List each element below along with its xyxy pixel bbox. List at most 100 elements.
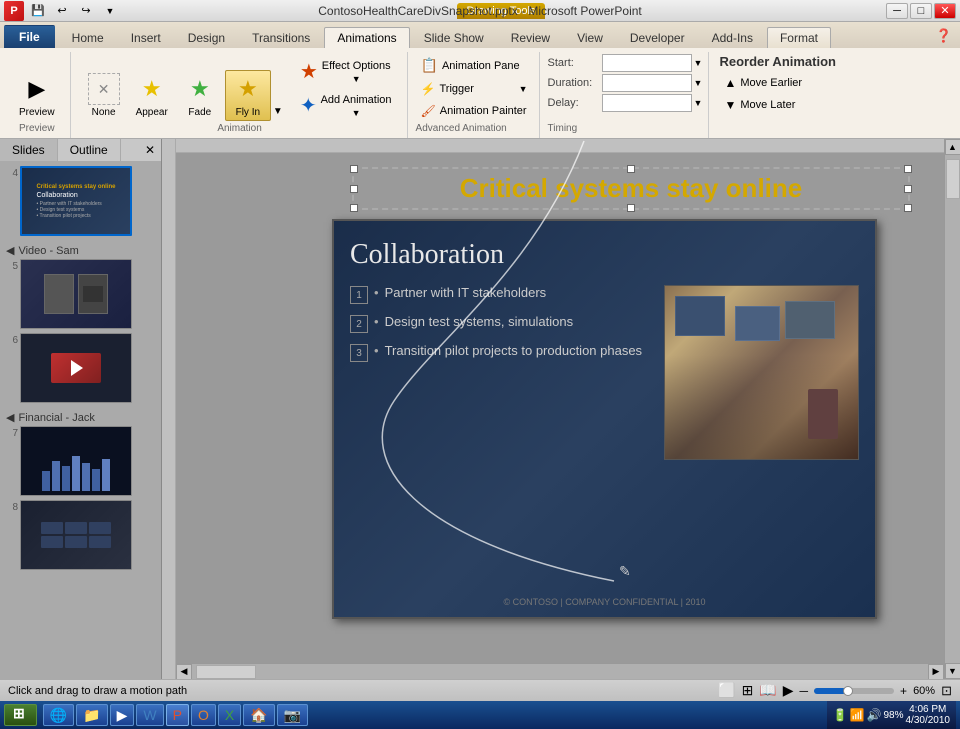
- move-earlier-icon: ▲: [724, 76, 736, 90]
- view-reading-icon[interactable]: 📖: [759, 682, 776, 699]
- help-icon[interactable]: ❓: [928, 24, 960, 48]
- taskbar-ie[interactable]: 🌐: [43, 704, 74, 726]
- tab-insert[interactable]: Insert: [118, 27, 174, 48]
- view-slideshow-icon[interactable]: ▶: [783, 682, 794, 699]
- tab-design[interactable]: Design: [175, 27, 238, 48]
- view-slide-sorter-icon[interactable]: ⊞: [742, 682, 754, 699]
- taskbar-app2[interactable]: 📷: [277, 704, 308, 726]
- slide-item-5[interactable]: 5: [4, 259, 157, 329]
- taskbar-media[interactable]: ▶: [110, 704, 135, 726]
- taskbar: ⊞ 🌐 📁 ▶ W P O X 🏠 📷 🔋 📶 🔊 98% 4:06 PM 4/…: [0, 701, 960, 729]
- duration-dropdown-icon[interactable]: ▼: [694, 78, 703, 88]
- qat-undo[interactable]: ↩: [52, 2, 72, 20]
- tab-developer[interactable]: Developer: [617, 27, 698, 48]
- group-advanced-label: Advanced Animation: [416, 123, 533, 136]
- painter-icon: 🖌: [421, 104, 436, 118]
- tab-add-ins[interactable]: Add-Ins: [699, 27, 766, 48]
- taskbar-app1[interactable]: 🏠: [243, 704, 274, 726]
- anim-appear[interactable]: ★ Appear: [129, 70, 175, 121]
- tab-home[interactable]: Home: [59, 27, 117, 48]
- delay-input[interactable]: [602, 94, 692, 112]
- scroll-left-button[interactable]: ◀: [176, 664, 192, 680]
- sidebar-tab-outline[interactable]: Outline: [58, 139, 121, 161]
- tab-view[interactable]: View: [564, 27, 616, 48]
- handle-ml[interactable]: [350, 185, 358, 193]
- tab-slide-show[interactable]: Slide Show: [411, 27, 497, 48]
- fit-window-button[interactable]: ⊡: [941, 683, 952, 699]
- maximize-button[interactable]: □: [910, 3, 932, 19]
- handle-bm[interactable]: [627, 204, 635, 212]
- add-animation-button[interactable]: ✦ Add Animation ▼: [293, 89, 399, 121]
- zoom-slider[interactable]: [814, 688, 894, 694]
- animation-pane-button[interactable]: 📋 Animation Pane: [416, 54, 533, 77]
- qat-save[interactable]: 💾: [28, 2, 48, 20]
- effect-options-button[interactable]: ★ Effect Options ▼: [293, 55, 399, 87]
- scroll-down-button[interactable]: ▼: [945, 663, 960, 679]
- taskbar-word[interactable]: W: [136, 704, 163, 726]
- move-earlier-button[interactable]: ▲ Move Earlier: [719, 73, 843, 93]
- tab-format[interactable]: Format: [767, 27, 831, 48]
- animation-painter-button[interactable]: 🖌 Animation Painter: [416, 101, 533, 121]
- scroll-h-thumb[interactable]: [196, 665, 256, 679]
- scroll-thumb[interactable]: [946, 159, 960, 199]
- qat-more[interactable]: ▼: [100, 2, 120, 20]
- move-later-button[interactable]: ▼ Move Later: [719, 95, 843, 115]
- qat-redo[interactable]: ↪: [76, 2, 96, 20]
- slide-canvas[interactable]: ✎ Collaboration 1 • Partner with IT stak…: [332, 219, 877, 619]
- duration-input[interactable]: [602, 74, 692, 92]
- slide-item-7[interactable]: 7: [4, 426, 157, 496]
- taskbar-powerpoint[interactable]: P: [166, 704, 189, 726]
- slide-panel: 4 Critical systems stay online Collabora…: [0, 162, 161, 679]
- slide-thumb-4[interactable]: Critical systems stay online Collaborati…: [20, 166, 132, 236]
- slide-thumb-6[interactable]: [20, 333, 132, 403]
- handle-mr[interactable]: [904, 185, 912, 193]
- slide-thumb-8[interactable]: [20, 500, 132, 570]
- zoom-out-button[interactable]: ─: [800, 684, 809, 698]
- taskbar-outlook[interactable]: O: [191, 704, 216, 726]
- slide-thumb-7[interactable]: [20, 426, 132, 496]
- ruler-top: [176, 139, 944, 153]
- sidebar-close-button[interactable]: ✕: [139, 139, 161, 161]
- anim-none[interactable]: ✕ None: [81, 70, 127, 121]
- slide-title-textbox[interactable]: Critical systems stay online: [352, 167, 910, 210]
- bullet-text-1: Partner with IT stakeholders: [385, 285, 547, 300]
- handle-tl[interactable]: [350, 165, 358, 173]
- canvas-area: Critical systems stay online ✎ Collabora…: [162, 139, 960, 679]
- sidebar-tab-slides[interactable]: Slides: [0, 139, 58, 161]
- minimize-button[interactable]: ─: [886, 3, 908, 19]
- anim-fly-in[interactable]: ★ Fly In: [225, 70, 271, 121]
- tab-review[interactable]: Review: [498, 27, 563, 48]
- slide-item-6[interactable]: 6: [4, 333, 157, 403]
- slide-thumb-5[interactable]: [20, 259, 132, 329]
- scroll-bottom[interactable]: ◀ ▶: [176, 663, 944, 679]
- bullet-num-2: 2: [350, 315, 368, 333]
- ribbon-tab-bar: File Home Insert Design Transitions Anim…: [0, 22, 960, 48]
- anim-fade[interactable]: ★ Fade: [177, 70, 223, 121]
- close-button[interactable]: ✕: [934, 3, 956, 19]
- animation-more[interactable]: ▼: [273, 61, 287, 121]
- scroll-right[interactable]: ▲ ▼: [944, 139, 960, 679]
- tab-file[interactable]: File: [4, 25, 55, 48]
- bullet-text-2: Design test systems, simulations: [385, 314, 574, 329]
- delay-dropdown-icon[interactable]: ▼: [694, 98, 703, 108]
- preview-button[interactable]: ▶ Preview: [12, 70, 62, 121]
- start-input[interactable]: [602, 54, 692, 72]
- bullet-list: 1 • Partner with IT stakeholders 2 • Des…: [350, 285, 652, 591]
- taskbar-excel[interactable]: X: [218, 704, 241, 726]
- zoom-in-button[interactable]: +: [900, 684, 907, 698]
- scroll-up-button[interactable]: ▲: [945, 139, 960, 155]
- trigger-button[interactable]: ⚡ Trigger ▼: [416, 79, 533, 99]
- handle-tr[interactable]: [904, 165, 912, 173]
- start-button[interactable]: ⊞: [4, 704, 37, 726]
- tab-transitions[interactable]: Transitions: [239, 27, 323, 48]
- scroll-right-button[interactable]: ▶: [928, 664, 944, 680]
- tab-animations[interactable]: Animations: [324, 27, 409, 48]
- start-dropdown-icon[interactable]: ▼: [694, 58, 703, 68]
- slide-item-8[interactable]: 8: [4, 500, 157, 570]
- handle-tm[interactable]: [627, 165, 635, 173]
- taskbar-explorer[interactable]: 📁: [76, 704, 107, 726]
- handle-br[interactable]: [904, 204, 912, 212]
- handle-bl[interactable]: [350, 204, 358, 212]
- view-normal-icon[interactable]: ⬜: [718, 682, 735, 699]
- slide-item-4[interactable]: 4 Critical systems stay online Collabora…: [4, 166, 157, 236]
